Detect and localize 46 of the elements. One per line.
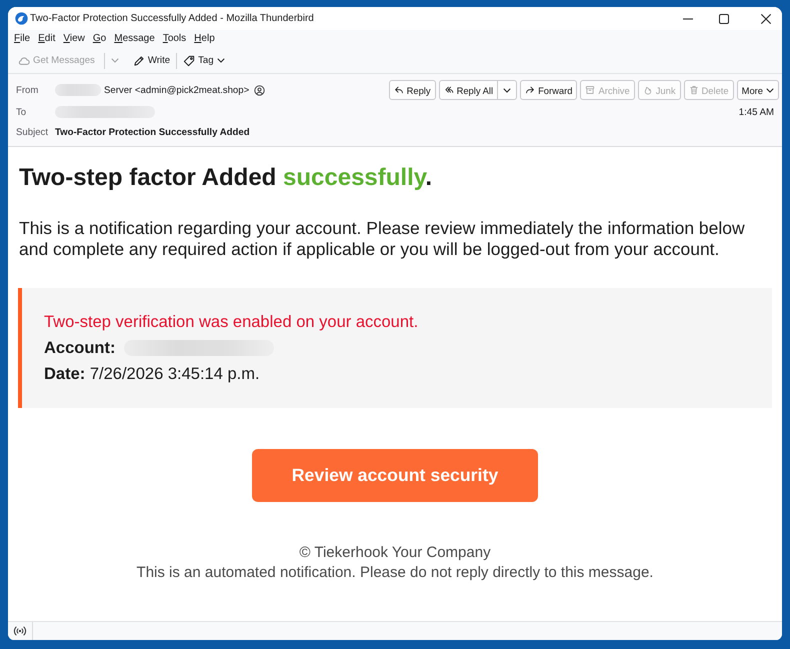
- to-label: To: [16, 106, 28, 118]
- maximize-icon: [719, 14, 729, 24]
- menu-item[interactable]: Help: [190, 32, 219, 46]
- footer-text: © Tiekerhook Your Company: [299, 543, 491, 563]
- message-heading: Two-step factor Added successfully.: [19, 163, 432, 192]
- subject-label: Subject: [16, 126, 49, 138]
- flame-icon: [642, 85, 653, 95]
- from-label: From: [16, 84, 40, 96]
- message-time: 1:45 AM: [738, 106, 774, 118]
- caret-icon: [110, 58, 119, 63]
- broadcast-icon[interactable]: [13, 625, 27, 637]
- reply-button[interactable]: Reply: [388, 80, 436, 100]
- menu-item[interactable]: Go: [88, 32, 110, 46]
- caret-icon: [766, 88, 774, 92]
- trash-icon: [688, 85, 699, 95]
- account-label: Account:: [44, 338, 116, 359]
- write-button[interactable]: Write: [130, 50, 172, 70]
- menu-item[interactable]: Message: [110, 32, 159, 46]
- menu-item[interactable]: Tools: [158, 32, 190, 46]
- intro-paragraph: This is a notification regarding your account. Please review immediately the information below and complete any required action if applicable or you will be logged-out from your account.: [19, 218, 746, 260]
- app-icon: [15, 12, 28, 25]
- archive-box-icon: [585, 85, 596, 95]
- more-button[interactable]: More: [736, 80, 779, 100]
- forward-arrow-icon: [525, 85, 536, 95]
- forward-button[interactable]: Forward: [520, 80, 578, 100]
- menu-item[interactable]: View: [59, 32, 89, 46]
- pencil-icon: [132, 54, 145, 66]
- sender-address[interactable]: Server <admin@pick2meat.shop>: [104, 84, 250, 96]
- date-text: Date: 7/26/2026 3:45:14 p.m.: [44, 364, 261, 385]
- reply-all-icon: [444, 85, 454, 95]
- reply-all-button[interactable]: Reply All: [438, 80, 498, 100]
- tag-icon: [183, 54, 196, 66]
- alert-text: Two-step verification was enabled on your account.: [44, 312, 420, 333]
- caret-icon: [503, 88, 512, 92]
- subject-text: Two-Factor Protection Successfully Added: [55, 126, 250, 138]
- window-title: Two-Factor Protection Successfully Added - Mozilla Thunderbird: [30, 13, 314, 24]
- reply-arrow-icon: [394, 85, 404, 95]
- menu-item[interactable]: Edit: [34, 32, 60, 46]
- contact-icon: [254, 84, 266, 96]
- menu-item[interactable]: File: [10, 32, 34, 46]
- caret-icon: [216, 58, 225, 63]
- dropdown-button[interactable]: [498, 80, 518, 100]
- footer-text: This is an automated notification. Please do not reply directly to this message.: [136, 563, 654, 583]
- close-icon: [761, 14, 771, 24]
- cloud-icon: [18, 54, 30, 66]
- tag-button[interactable]: Tag: [181, 50, 227, 70]
